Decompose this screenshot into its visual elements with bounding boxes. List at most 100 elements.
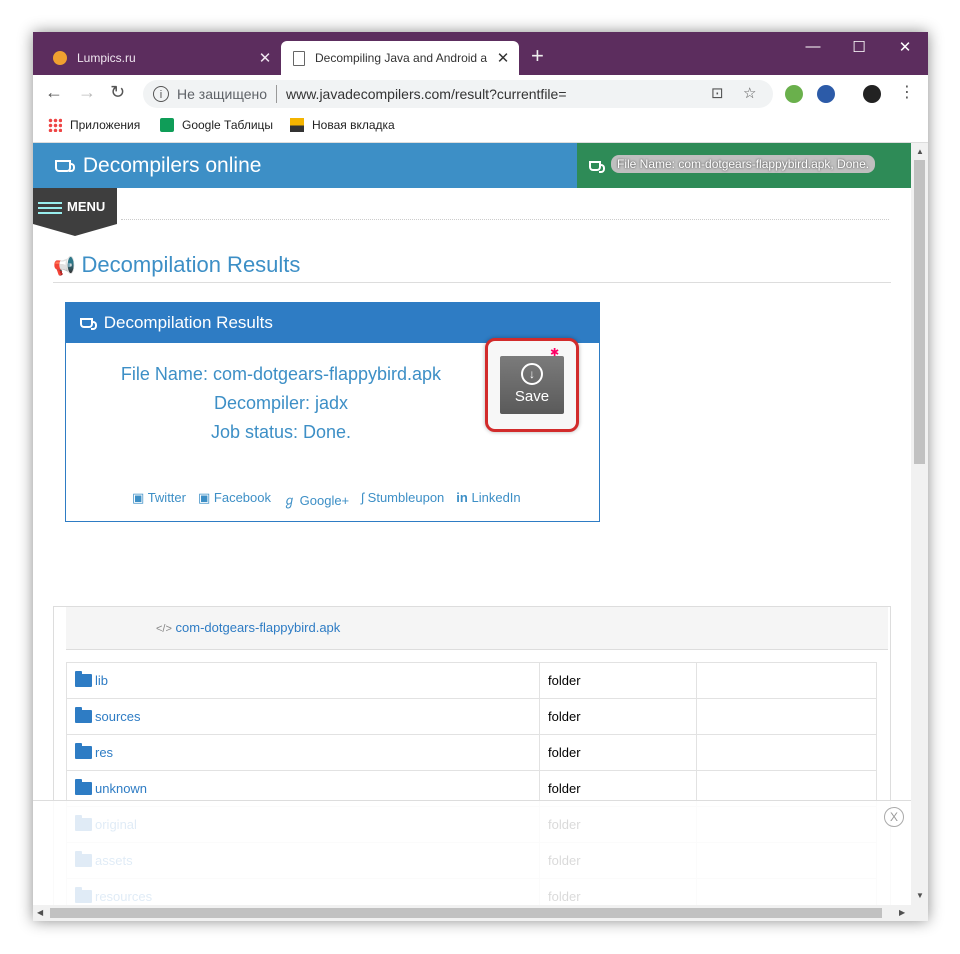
archive-link[interactable]: </> com-dotgears-flappybird.apk	[156, 620, 340, 635]
empty-cell	[696, 698, 877, 735]
sheets-icon	[160, 118, 174, 132]
folder-name[interactable]: sources	[95, 709, 141, 724]
download-icon: ↓	[521, 363, 543, 385]
twitter-label: Twitter	[147, 490, 186, 505]
job-status-line: Job status: Done.	[210, 422, 352, 442]
facebook-icon: ▣	[197, 490, 211, 505]
extension-globe-icon[interactable]	[817, 85, 835, 103]
results-panel: Decompilation Results File Name: com-dot…	[65, 302, 600, 522]
section-title: 📢 Decompilation Results	[53, 252, 300, 278]
facebook-label: Facebook	[213, 490, 271, 505]
page-favicon-icon	[293, 50, 305, 66]
empty-cell	[696, 662, 877, 699]
folder-name[interactable]: res	[95, 745, 113, 760]
folder-icon	[75, 743, 92, 759]
stumbleupon-link[interactable]: ʃ Stumbleupon	[361, 490, 444, 509]
bookmark-label: Google Таблицы	[182, 118, 274, 132]
linkedin-icon: in	[456, 490, 468, 505]
googleplus-link[interactable]: ℊ Google+	[283, 490, 349, 509]
close-tab-icon[interactable]: ✕	[255, 49, 275, 67]
browser-menu-icon[interactable]: ⋮	[899, 82, 915, 102]
table-row[interactable]: res folder	[66, 734, 877, 771]
save-highlight: ↓ Save ✱	[485, 338, 579, 432]
divider	[276, 85, 277, 103]
bookmarks-bar: Приложения Google Таблицы Новая вкладка	[33, 112, 928, 143]
section-title-text: Decompilation Results	[81, 252, 301, 277]
file-type-cell: folder	[539, 698, 697, 735]
url-text[interactable]: www.javadecompilers.com/result?currentfi…	[286, 86, 773, 102]
file-name-cell[interactable]: lib	[66, 662, 540, 699]
menu-button[interactable]: MENU	[33, 188, 117, 236]
code-icon: </>	[156, 623, 172, 635]
empty-cell	[696, 734, 877, 771]
scroll-down-icon[interactable]: ▼	[916, 891, 924, 900]
site-brand[interactable]: Decompilers online	[55, 154, 261, 178]
info-icon[interactable]: i	[153, 86, 169, 102]
bookmark-star-icon[interactable]: ☆	[743, 84, 756, 102]
apps-grid-icon	[48, 118, 62, 132]
file-type-cell: folder	[539, 734, 697, 771]
back-button[interactable]: ←	[45, 82, 63, 103]
image-icon	[290, 118, 304, 132]
folder-icon	[75, 707, 92, 723]
minimize-button[interactable]: —	[790, 38, 836, 55]
folder-icon	[75, 779, 92, 795]
twitter-icon: ▣	[132, 490, 145, 505]
scroll-left-icon[interactable]: ◀	[37, 908, 43, 917]
title-bar: Lumpics.ru ✕ Decompiling Java and Androi…	[33, 32, 928, 75]
vertical-scrollbar[interactable]: ▲ ▼	[911, 143, 928, 905]
file-name-cell[interactable]: sources	[66, 698, 540, 735]
new-tab-button[interactable]: +	[531, 45, 544, 67]
close-window-button[interactable]: ✕	[882, 38, 928, 56]
megaphone-icon: 📢	[53, 256, 76, 276]
tab-decompiling[interactable]: Decompiling Java and Android a ✕	[281, 41, 519, 75]
profile-avatar[interactable]	[863, 85, 881, 103]
scroll-right-icon[interactable]: ▶	[899, 908, 905, 917]
browser-window: Lumpics.ru ✕ Decompiling Java and Androi…	[33, 32, 928, 921]
save-button[interactable]: ↓ Save	[500, 356, 564, 414]
file-name-line: File Name: com-dotgears-flappybird.apk	[120, 364, 442, 384]
file-browser-header: </> com-dotgears-flappybird.apk	[66, 607, 888, 650]
googleplus-icon: ℊ	[283, 493, 297, 508]
scrollbar-thumb[interactable]	[50, 908, 882, 918]
panel-title: Decompilation Results	[103, 313, 273, 332]
archive-name: com-dotgears-flappybird.apk	[175, 620, 341, 635]
maximize-button[interactable]: ☐	[836, 38, 882, 56]
googleplus-label: Google+	[299, 493, 350, 508]
scroll-up-icon[interactable]: ▲	[916, 147, 924, 156]
bottom-overlay: X	[33, 800, 911, 905]
linkedin-link[interactable]: in LinkedIn	[456, 490, 520, 509]
address-bar[interactable]: i Не защищено www.javadecompilers.com/re…	[143, 80, 773, 108]
linkedin-label: LinkedIn	[471, 490, 521, 505]
bookmark-apps[interactable]: Приложения	[48, 118, 140, 132]
twitter-link[interactable]: ▣ Twitter	[132, 490, 186, 509]
required-star-icon: ✱	[550, 347, 560, 359]
forward-button[interactable]: →	[78, 82, 96, 103]
security-label: Не защищено	[177, 86, 267, 102]
close-tab-icon[interactable]: ✕	[493, 49, 513, 67]
scrollbar-thumb[interactable]	[914, 160, 925, 464]
site-header: Decompilers online File Name: com-dotgea…	[33, 143, 911, 188]
horizontal-scrollbar[interactable]: ◀ ▶	[33, 905, 928, 921]
tab-lumpics[interactable]: Lumpics.ru ✕	[41, 41, 281, 75]
file-name-cell[interactable]: res	[66, 734, 540, 771]
facebook-link[interactable]: ▣ Facebook	[198, 490, 271, 509]
panel-header: Decompilation Results	[66, 303, 599, 343]
overlay-close-button[interactable]: X	[884, 807, 904, 827]
save-label: Save	[514, 388, 550, 405]
reload-button[interactable]: ↻	[110, 82, 125, 103]
decompiler-line: Decompiler: jadx	[213, 393, 349, 413]
folder-name[interactable]: lib	[95, 673, 108, 688]
extension-green-icon[interactable]	[785, 85, 803, 103]
table-row[interactable]: lib folder	[66, 662, 877, 699]
folder-name[interactable]: unknown	[95, 781, 147, 796]
bookmark-label: Приложения	[70, 118, 141, 132]
bookmark-newtab[interactable]: Новая вкладка	[290, 118, 395, 132]
coffee-cup-icon	[80, 318, 97, 330]
bookmark-sheets[interactable]: Google Таблицы	[160, 118, 273, 132]
translate-icon[interactable]: ⊡	[711, 84, 724, 102]
tab-title: Decompiling Java and Android a	[315, 51, 488, 65]
page-content: Decompilers online File Name: com-dotgea…	[33, 143, 911, 905]
table-row[interactable]: sources folder	[66, 698, 877, 735]
share-links: ▣ Twitter ▣ Facebook ℊ Google+ ʃ Stumble…	[132, 490, 521, 509]
